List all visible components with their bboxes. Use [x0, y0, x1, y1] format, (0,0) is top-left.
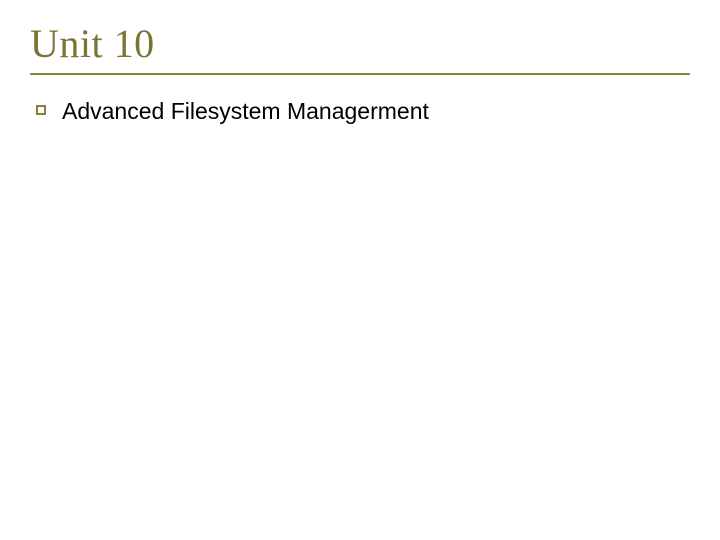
bullet-item: Advanced Filesystem Managerment	[30, 97, 690, 127]
title-underline	[30, 73, 690, 75]
slide-title: Unit 10	[30, 20, 690, 67]
square-bullet-icon	[36, 105, 46, 115]
slide: Unit 10 Advanced Filesystem Managerment	[0, 0, 720, 540]
bullet-text: Advanced Filesystem Managerment	[62, 97, 429, 127]
